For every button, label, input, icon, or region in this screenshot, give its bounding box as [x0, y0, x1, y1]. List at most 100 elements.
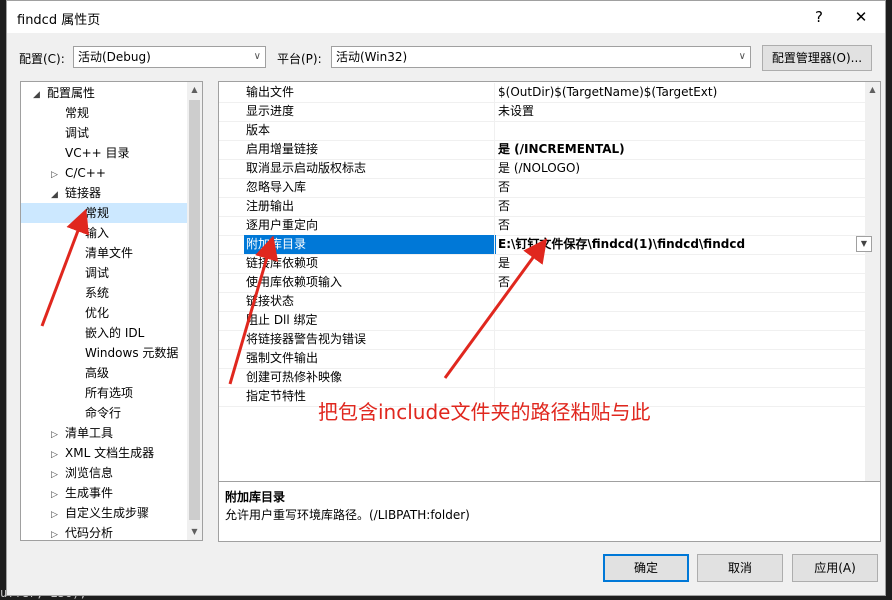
tree-item[interactable]: 清单文件: [21, 243, 187, 263]
property-value[interactable]: E:\钉钉文件保存\findcd(1)\findcd\findcd: [494, 235, 878, 254]
tree-item-label: 清单工具: [65, 426, 114, 440]
ok-button[interactable]: 确定: [603, 554, 689, 582]
cancel-button[interactable]: 取消: [697, 554, 783, 582]
tree-item-label: 配置属性: [47, 86, 96, 100]
tree-item-label: 常规: [85, 206, 110, 220]
property-value[interactable]: 否: [494, 273, 878, 292]
property-row[interactable]: 注册输出否: [219, 197, 874, 217]
property-value[interactable]: 否: [494, 197, 878, 216]
tree-item[interactable]: ▷ 浏览信息: [21, 463, 187, 483]
tree-item[interactable]: ◢ 配置属性: [21, 83, 187, 103]
property-value[interactable]: 否: [494, 216, 878, 235]
tree-item[interactable]: 命令行: [21, 403, 187, 423]
tree-item[interactable]: 常规: [21, 203, 187, 223]
property-value[interactable]: [494, 292, 878, 311]
tree-item-label: 输入: [85, 226, 110, 240]
property-row[interactable]: 忽略导入库否: [219, 178, 874, 198]
property-value[interactable]: [494, 330, 878, 349]
property-value[interactable]: 是 (/INCREMENTAL): [494, 140, 878, 159]
property-row[interactable]: 创建可热修补映像: [219, 368, 874, 388]
category-tree: ▲ ▼ ◢ 配置属性 常规 调试 VC++ 目录 ▷ C/C++ ◢ 链接器 常规 输入 清单文件 调试…: [20, 81, 203, 541]
property-row[interactable]: 启用增量链接是 (/INCREMENTAL): [219, 140, 874, 160]
expand-icon[interactable]: ▷: [51, 425, 65, 445]
property-row[interactable]: 使用库依赖项输入否: [219, 273, 874, 293]
tree-item[interactable]: 输入: [21, 223, 187, 243]
property-name: 附加库目录: [244, 235, 496, 254]
property-value[interactable]: 是: [494, 254, 878, 273]
tree-item-label: 清单文件: [85, 246, 134, 260]
collapse-icon[interactable]: ◢: [51, 185, 65, 205]
expand-icon[interactable]: ▷: [51, 445, 65, 465]
property-row[interactable]: 输出文件 $(OutDir)$(TargetName)$(TargetExt): [219, 83, 874, 103]
tree-item[interactable]: ▷ XML 文档生成器: [21, 443, 187, 463]
help-button[interactable]: ?: [803, 5, 835, 29]
tree-item-label: VC++ 目录: [65, 146, 130, 160]
property-name: 使用库依赖项输入: [246, 275, 343, 289]
tree-item[interactable]: 调试: [21, 123, 187, 143]
tree-item[interactable]: ▷ 自定义生成步骤: [21, 503, 187, 523]
tree-item[interactable]: ▷ 代码分析: [21, 523, 187, 540]
property-row[interactable]: 附加库目录 E:\钉钉文件保存\findcd(1)\findcd\findcd ▼: [219, 235, 874, 255]
property-row[interactable]: 取消显示启动版权标志是 (/NOLOGO): [219, 159, 874, 179]
tree-scrollbar[interactable]: ▲ ▼: [187, 82, 202, 540]
tree-item[interactable]: 系统: [21, 283, 187, 303]
expand-icon[interactable]: ▷: [51, 485, 65, 505]
tree-item[interactable]: ▷ 生成事件: [21, 483, 187, 503]
expand-icon[interactable]: ▷: [51, 525, 65, 540]
platform-combo-value: 活动(Win32): [336, 50, 408, 64]
tree-item-label: 调试: [65, 126, 90, 140]
property-name: 链接库依赖项: [246, 256, 319, 270]
property-row[interactable]: 版本: [219, 121, 874, 141]
property-value[interactable]: [494, 368, 878, 387]
chevron-down-icon[interactable]: ▼: [856, 236, 872, 252]
tree-item[interactable]: 调试: [21, 263, 187, 283]
property-value[interactable]: $(OutDir)$(TargetName)$(TargetExt): [494, 83, 878, 102]
tree-item[interactable]: 所有选项: [21, 383, 187, 403]
tree-item[interactable]: 优化: [21, 303, 187, 323]
property-name: 强制文件输出: [246, 351, 319, 365]
property-row[interactable]: 链接库依赖项是: [219, 254, 874, 274]
config-combo[interactable]: 活动(Debug) ∨: [73, 46, 266, 68]
description-title: 附加库目录: [225, 490, 286, 504]
property-value[interactable]: 是 (/NOLOGO): [494, 159, 878, 178]
expand-icon[interactable]: ▷: [51, 165, 65, 185]
config-manager-button[interactable]: 配置管理器(O)...: [762, 45, 872, 71]
property-name: 阻止 Dll 绑定: [246, 313, 318, 327]
tree-item-label: Windows 元数据: [85, 346, 179, 360]
collapse-icon[interactable]: ◢: [33, 85, 47, 105]
annotation-text: 把包含include文件夹的路径粘贴与此: [318, 400, 651, 424]
tree-item-label: C/C++: [65, 166, 106, 180]
scroll-down-icon[interactable]: ▼: [187, 524, 202, 540]
property-name: 逐用户重定向: [246, 218, 319, 232]
tree-item[interactable]: ◢ 链接器: [21, 183, 187, 203]
config-combo-value: 活动(Debug): [78, 50, 151, 64]
tree-item-label: 优化: [85, 306, 110, 320]
scroll-thumb[interactable]: [189, 100, 200, 520]
tree-item-label: 命令行: [85, 406, 122, 420]
platform-combo[interactable]: 活动(Win32) ∨: [331, 46, 751, 68]
close-button[interactable]: ✕: [845, 5, 877, 29]
scroll-up-icon[interactable]: ▲: [187, 82, 202, 98]
apply-button[interactable]: 应用(A): [792, 554, 878, 582]
property-value[interactable]: 否: [494, 178, 878, 197]
property-row[interactable]: 阻止 Dll 绑定: [219, 311, 874, 331]
property-value[interactable]: 未设置: [494, 102, 878, 121]
property-row[interactable]: 将链接器警告视为错误: [219, 330, 874, 350]
tree-item[interactable]: ▷ C/C++: [21, 163, 187, 183]
property-row[interactable]: 强制文件输出: [219, 349, 874, 369]
property-row[interactable]: 逐用户重定向否: [219, 216, 874, 236]
tree-item[interactable]: 高级: [21, 363, 187, 383]
property-value[interactable]: [494, 121, 878, 140]
tree-item[interactable]: 嵌入的 IDL: [21, 323, 187, 343]
tree-item[interactable]: 常规: [21, 103, 187, 123]
expand-icon[interactable]: ▷: [51, 465, 65, 485]
property-value[interactable]: [494, 311, 878, 330]
property-value[interactable]: [494, 349, 878, 368]
tree-item[interactable]: ▷ 清单工具: [21, 423, 187, 443]
expand-icon[interactable]: ▷: [51, 505, 65, 525]
tree-item[interactable]: VC++ 目录: [21, 143, 187, 163]
property-grid: ▲ ▼ 输出文件$(OutDir)$(TargetName)$(TargetEx…: [218, 81, 881, 541]
tree-item[interactable]: Windows 元数据: [21, 343, 187, 363]
property-row[interactable]: 显示进度 未设置: [219, 102, 874, 122]
property-row[interactable]: 链接状态: [219, 292, 874, 312]
